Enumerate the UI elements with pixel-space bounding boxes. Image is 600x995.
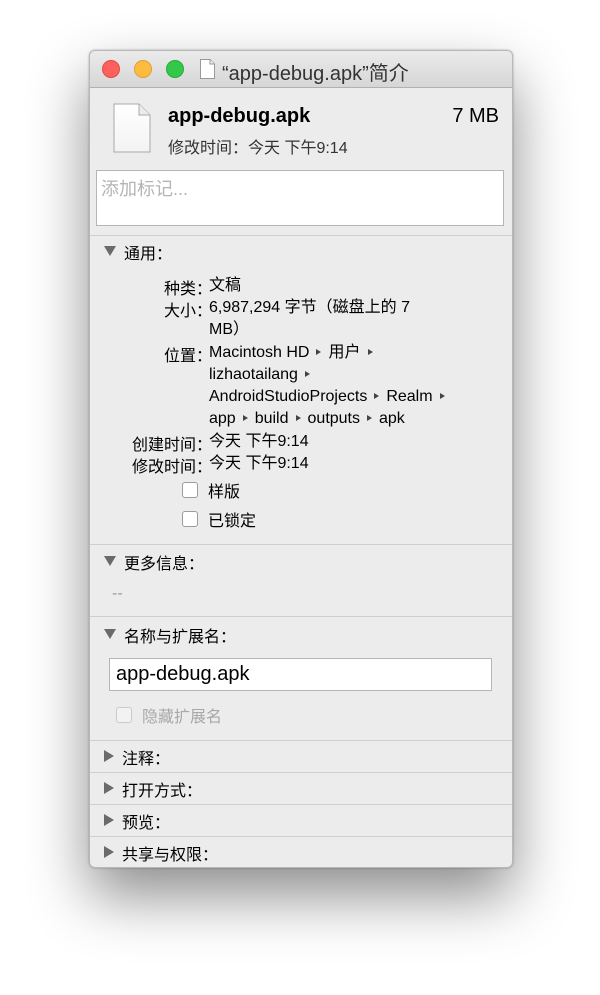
created-label: 创建时间： [131, 437, 212, 454]
section-label: 预览： [122, 815, 171, 832]
hide-extension-checkbox-row[interactable]: 隐藏扩展名 [116, 704, 222, 726]
section-general[interactable]: 通用： [104, 240, 173, 263]
divider [90, 836, 512, 837]
divider [90, 804, 512, 805]
disclosure-triangle-right-icon[interactable] [104, 781, 114, 794]
path-line: lizhaotailang [209, 364, 452, 386]
path-segment: 用户 [328, 344, 361, 361]
close-button[interactable] [102, 60, 120, 78]
name-input[interactable] [109, 658, 492, 691]
disclosure-triangle-right-icon[interactable] [104, 845, 114, 858]
section-label: 更多信息： [124, 556, 205, 573]
section-label: 打开方式： [122, 783, 203, 800]
minimize-button[interactable] [134, 60, 152, 78]
where-label: 位置： [163, 348, 212, 365]
disclosure-triangle-right-icon[interactable] [104, 749, 114, 762]
section-label: 通用： [124, 246, 173, 263]
path-segment: outputs [307, 410, 360, 427]
disclosure-triangle-down-icon[interactable] [104, 555, 116, 566]
disclosure-triangle-right-icon[interactable] [104, 813, 114, 826]
zoom-button[interactable] [166, 60, 184, 78]
tags-input[interactable] [96, 170, 504, 226]
more-info-placeholder: -- [112, 585, 123, 602]
section-label: 共享与权限： [122, 847, 219, 864]
disclosure-triangle-down-icon[interactable] [104, 245, 116, 256]
divider [90, 235, 512, 236]
size-value: 6,987,294 字节（磁盘上的 7 MB） [209, 297, 410, 341]
path-segment: build [254, 410, 289, 427]
stationery-label: 样版 [208, 484, 241, 501]
section-open-with[interactable]: 打开方式： [104, 777, 203, 800]
window-title: “app-debug.apk”简介 [222, 63, 409, 85]
document-icon[interactable] [113, 103, 151, 153]
section-comments[interactable]: 注释： [104, 745, 171, 768]
divider [90, 544, 512, 545]
path-value: Macintosh HD 用户 lizhaotailang AndroidStud… [209, 342, 452, 430]
modified-label: 修改时间： [131, 459, 212, 476]
section-preview[interactable]: 预览： [104, 809, 171, 832]
kind-label: 种类： [163, 281, 212, 298]
title-bar[interactable]: “app-debug.apk”简介 [90, 51, 512, 88]
info-window: “app-debug.apk”简介 app-debug.apk 7 MB 修改时… [89, 50, 513, 868]
document-icon [200, 59, 215, 79]
path-separator-icon [242, 414, 248, 421]
divider [90, 772, 512, 773]
locked-checkbox-row[interactable]: 已锁定 [182, 508, 256, 530]
path-separator-icon [374, 392, 380, 399]
path-separator-icon [439, 392, 445, 399]
stationery-checkbox-row[interactable]: 样版 [182, 479, 240, 501]
size-value-line1: 6,987,294 字节（磁盘上的 7 [209, 299, 410, 316]
path-segment: Realm [386, 388, 433, 405]
divider [90, 616, 512, 617]
divider [90, 740, 512, 741]
file-size: 7 MB [452, 105, 499, 127]
section-name-extension[interactable]: 名称与扩展名： [104, 623, 237, 646]
file-name: app-debug.apk [168, 105, 311, 127]
kind-value: 文稿 [209, 277, 242, 294]
locked-checkbox[interactable] [182, 511, 198, 527]
path-segment: Macintosh HD [209, 344, 310, 361]
size-value-line2: MB） [209, 321, 250, 338]
path-line: Macintosh HD 用户 [209, 342, 452, 364]
stationery-checkbox[interactable] [182, 482, 198, 498]
modified-value: 今天 下午9:14 [209, 455, 309, 472]
path-separator-icon [316, 348, 322, 355]
disclosure-triangle-down-icon[interactable] [104, 628, 116, 639]
path-segment: app [209, 410, 236, 427]
locked-label: 已锁定 [208, 513, 257, 530]
path-separator-icon [367, 414, 372, 421]
modified-summary: 修改时间：今天 下午9:14 [168, 140, 348, 157]
path-separator-icon [304, 370, 310, 377]
path-segment: apk [379, 410, 405, 427]
section-more-info[interactable]: 更多信息： [104, 550, 205, 573]
path-separator-icon [367, 348, 373, 355]
hide-extension-label: 隐藏扩展名 [142, 709, 223, 726]
section-label: 名称与扩展名： [124, 629, 237, 646]
path-line: AndroidStudioProjects Realm [209, 386, 452, 408]
path-segment: lizhaotailang [209, 366, 298, 383]
size-label: 大小： [163, 303, 212, 320]
section-sharing-permissions[interactable]: 共享与权限： [104, 841, 219, 864]
path-line: app build outputs apk [209, 408, 452, 430]
hide-extension-checkbox[interactable] [116, 707, 132, 723]
path-separator-icon [295, 414, 301, 421]
created-value: 今天 下午9:14 [209, 433, 309, 450]
section-label: 注释： [122, 751, 171, 768]
path-segment: AndroidStudioProjects [209, 388, 368, 405]
